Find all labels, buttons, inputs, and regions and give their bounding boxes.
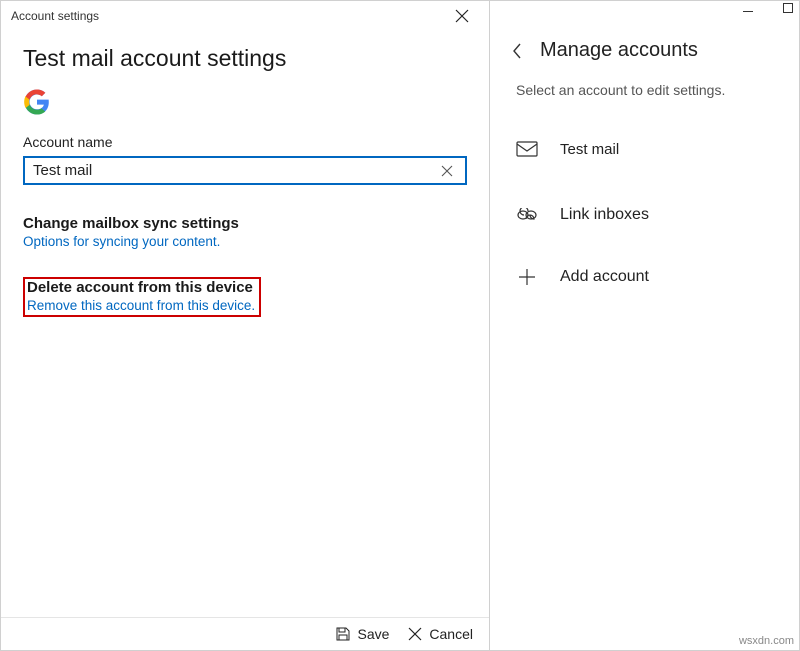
sync-settings-link[interactable]: Options for syncing your content. (23, 234, 467, 249)
link-inboxes-label: Link inboxes (560, 206, 649, 224)
manage-accounts-pane: Manage accounts Select an account to edi… (490, 0, 800, 651)
sync-settings-section[interactable]: Change mailbox sync settings Options for… (23, 215, 467, 249)
cancel-label: Cancel (429, 626, 473, 642)
manage-accounts-title: Manage accounts (540, 39, 698, 62)
back-icon[interactable] (510, 41, 524, 61)
delete-account-link[interactable]: Remove this account from this device. (27, 298, 255, 313)
account-name-input-wrap[interactable] (23, 156, 467, 185)
link-icon (516, 204, 538, 226)
dialog-header-title: Account settings (11, 9, 99, 23)
account-settings-dialog: Account settings Test mail account setti… (0, 0, 490, 651)
window-minimize-icon[interactable] (743, 11, 753, 12)
watermark: wsxdn.com (739, 635, 794, 647)
add-account-button[interactable]: Add account (490, 254, 799, 300)
window-maximize-icon[interactable] (783, 3, 793, 13)
save-label: Save (357, 626, 389, 642)
save-button[interactable]: Save (335, 626, 389, 642)
cancel-icon (407, 626, 423, 642)
link-inboxes-button[interactable]: Link inboxes (490, 192, 799, 254)
delete-account-title: Delete account from this device (27, 279, 255, 296)
google-icon (23, 88, 51, 116)
sync-settings-title: Change mailbox sync settings (23, 215, 467, 232)
account-item-test-mail[interactable]: Test mail (490, 128, 799, 192)
add-account-label: Add account (560, 268, 649, 286)
clear-input-icon[interactable] (437, 165, 457, 177)
delete-account-highlight: Delete account from this device Remove t… (23, 277, 261, 317)
close-button[interactable] (445, 5, 479, 27)
plus-icon (516, 266, 538, 288)
dialog-title: Test mail account settings (23, 45, 467, 72)
cancel-button[interactable]: Cancel (407, 626, 473, 642)
account-item-label: Test mail (560, 141, 619, 158)
save-icon (335, 626, 351, 642)
account-name-input[interactable] (33, 162, 437, 179)
account-name-label: Account name (23, 134, 467, 150)
mail-icon (516, 138, 538, 160)
manage-accounts-subtitle: Select an account to edit settings. (490, 82, 799, 128)
